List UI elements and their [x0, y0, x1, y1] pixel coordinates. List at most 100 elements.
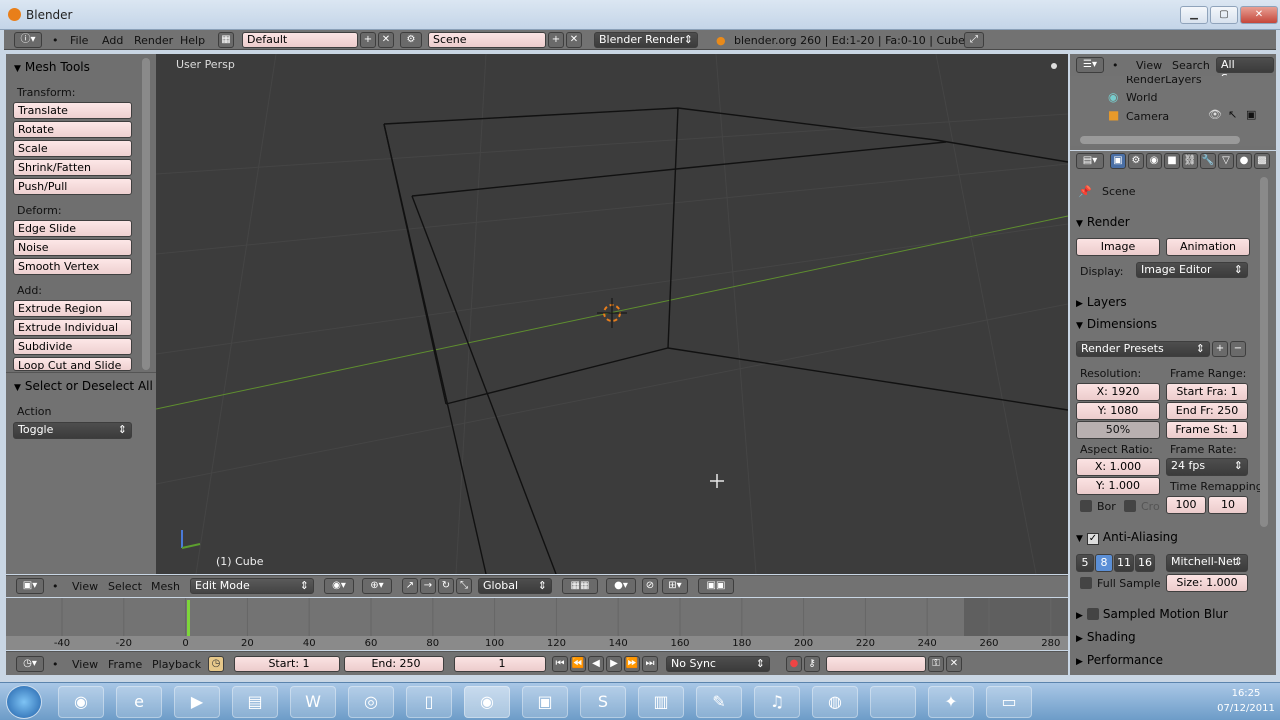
orientation-select[interactable]: Global ⇕ — [478, 578, 552, 594]
media-icon[interactable]: ▶ — [174, 686, 220, 718]
paint-icon[interactable]: ✎ — [696, 686, 742, 718]
maximize-button[interactable]: ▢ — [1210, 6, 1238, 24]
aa-samples-16[interactable]: 16 — [1135, 554, 1155, 572]
frame-step-field[interactable]: Frame St: 1 — [1166, 421, 1248, 439]
menu-view[interactable]: View — [1136, 59, 1162, 72]
ie-icon[interactable]: e — [116, 686, 162, 718]
next-key-icon[interactable]: ⏩ — [624, 656, 640, 672]
extrude-individual-button[interactable]: Extrude Individual — [13, 319, 132, 336]
keying-set-field[interactable] — [826, 656, 926, 672]
layout-field[interactable]: Default — [242, 32, 358, 48]
rotate-button[interactable]: Rotate — [13, 121, 132, 138]
extrude-region-button[interactable]: Extrude Region — [13, 300, 132, 317]
close-button[interactable]: ✕ — [1240, 6, 1278, 24]
outliner-item-camera[interactable]: Camera — [1126, 110, 1169, 123]
fullscreen-icon[interactable]: ⤢ — [964, 32, 984, 48]
menu-help[interactable]: Help — [180, 34, 205, 47]
folder-icon[interactable]: ▤ — [232, 686, 278, 718]
screen-layout-icon[interactable]: ▦ — [218, 32, 234, 48]
menu-frame[interactable]: Frame — [108, 658, 142, 671]
resolution-x-field[interactable]: X: 1920 — [1076, 383, 1160, 401]
noise-button[interactable]: Noise — [13, 239, 132, 256]
display-select[interactable]: Image Editor ⇕ — [1136, 262, 1248, 278]
sync-select[interactable]: No Sync ⇕ — [666, 656, 770, 672]
prev-key-icon[interactable]: ⏪ — [570, 656, 586, 672]
jump-start-icon[interactable]: ⏮ — [552, 656, 568, 672]
explorer-icon[interactable]: ▥ — [638, 686, 684, 718]
add-preset-icon[interactable]: + — [1212, 341, 1228, 357]
keying-icon[interactable]: ⚷ — [804, 656, 820, 672]
remap-new-field[interactable]: 10 — [1208, 496, 1248, 514]
clock-icon[interactable]: ◷ — [208, 656, 224, 672]
viewport-corner-icon[interactable] — [1051, 63, 1057, 69]
window-icon[interactable]: ▭ — [986, 686, 1032, 718]
blank-icon[interactable] — [870, 686, 916, 718]
start-frame-field[interactable]: Start Fra: 1 — [1166, 383, 1248, 401]
motion-blur-panel-header[interactable]: ▶ Sampled Motion Blur — [1076, 607, 1228, 621]
delete-key-icon[interactable]: ✕ — [946, 656, 962, 672]
aspect-y-field[interactable]: Y: 1.000 — [1076, 477, 1160, 495]
tools-scrollbar[interactable] — [142, 58, 150, 370]
outliner-tree[interactable]: RenderLayers ◉ World ■ Camera 👁 ↖ ▣ — [1070, 76, 1276, 146]
render-opengl-icon[interactable]: ▣▣ — [698, 578, 734, 594]
editor-type-icon[interactable]: ☰▾ — [1076, 57, 1104, 73]
tool-icon[interactable]: ✦ — [928, 686, 974, 718]
data-context-icon[interactable]: ▽ — [1218, 153, 1234, 169]
add-layout-icon[interactable]: + — [360, 32, 376, 48]
frame-rate-select[interactable]: 24 fps ⇕ — [1166, 458, 1248, 476]
scene-field[interactable]: Scene — [428, 32, 546, 48]
world-context-icon[interactable]: ◉ — [1146, 153, 1162, 169]
current-frame-field[interactable]: 1 — [454, 656, 546, 672]
menu-file[interactable]: File — [70, 34, 88, 47]
scene-icon[interactable]: ⚙ — [400, 32, 422, 48]
pivot-select-icon[interactable]: ⊕▾ — [362, 578, 392, 594]
mode-select[interactable]: Edit Mode ⇕ — [190, 578, 314, 594]
constraints-context-icon[interactable]: ⛓ — [1182, 153, 1198, 169]
material-context-icon[interactable]: ● — [1236, 153, 1252, 169]
editor-type-icon[interactable]: ◷▾ — [16, 656, 44, 672]
translate-button[interactable]: Translate — [13, 102, 132, 119]
performance-panel-header[interactable]: ▶ Performance — [1076, 653, 1163, 667]
menu-playback[interactable]: Playback — [152, 658, 201, 671]
editor-type-icon[interactable]: ▣▾ — [16, 578, 44, 594]
chrome-icon[interactable]: ◉ — [58, 686, 104, 718]
menu-select[interactable]: Select — [108, 580, 142, 593]
action-select[interactable]: Toggle ⇕ — [13, 422, 132, 439]
firefox-icon[interactable]: ◎ — [348, 686, 394, 718]
layers-icon[interactable]: ▦▦ — [562, 578, 598, 594]
add-scene-icon[interactable]: + — [548, 32, 564, 48]
snap-element-icon[interactable]: ⊞▾ — [662, 578, 688, 594]
files-icon[interactable]: ▯ — [406, 686, 452, 718]
modifiers-context-icon[interactable]: 🔧 — [1200, 153, 1216, 169]
outliner-hscrollbar[interactable] — [1080, 136, 1240, 144]
render-animation-button[interactable]: Animation — [1166, 238, 1250, 256]
border-checkbox[interactable] — [1080, 500, 1092, 512]
aa-samples-8[interactable]: 8 — [1095, 554, 1113, 572]
remove-layout-icon[interactable]: ✕ — [378, 32, 394, 48]
anti-aliasing-checkbox[interactable]: ✓ — [1086, 533, 1099, 545]
shading-panel-header[interactable]: ▶ Shading — [1076, 630, 1136, 644]
mesh-tools-title[interactable]: ▼ Mesh Tools — [14, 60, 90, 74]
shrink-fatten-button[interactable]: Shrink/Fatten — [13, 159, 132, 176]
aa-filter-select[interactable]: Mitchell-Net ⇕ — [1166, 554, 1248, 572]
editor-type-icon[interactable]: ⓘ▾ — [14, 32, 42, 48]
dimensions-panel-header[interactable]: ▼ Dimensions — [1076, 317, 1157, 331]
texture-context-icon[interactable]: ▩ — [1254, 153, 1270, 169]
start-frame-field[interactable]: Start: 1 — [234, 656, 340, 672]
operator-title[interactable]: ▼ Select or Deselect All — [14, 379, 153, 393]
render-toggle-icon[interactable]: ▣ — [1246, 108, 1256, 121]
properties-scrollbar[interactable] — [1260, 177, 1268, 527]
resolution-y-field[interactable]: Y: 1080 — [1076, 402, 1160, 420]
loop-cut-button[interactable]: Loop Cut and Slide — [13, 357, 132, 371]
translate-manipulator-icon[interactable]: → — [420, 578, 436, 594]
tv-icon[interactable]: ▣ — [522, 686, 568, 718]
minimize-button[interactable]: ▁ — [1180, 6, 1208, 24]
webcam-icon[interactable]: ◍ — [812, 686, 858, 718]
outliner-item-world[interactable]: World — [1126, 91, 1158, 104]
shading-select-icon[interactable]: ◉▾ — [324, 578, 354, 594]
render-panel-header[interactable]: ▼ Render — [1076, 215, 1130, 229]
smooth-vertex-button[interactable]: Smooth Vertex — [13, 258, 132, 275]
remove-preset-icon[interactable]: − — [1230, 341, 1246, 357]
pin-icon[interactable]: 📌 — [1078, 185, 1092, 198]
aa-samples-5[interactable]: 5 — [1076, 554, 1094, 572]
